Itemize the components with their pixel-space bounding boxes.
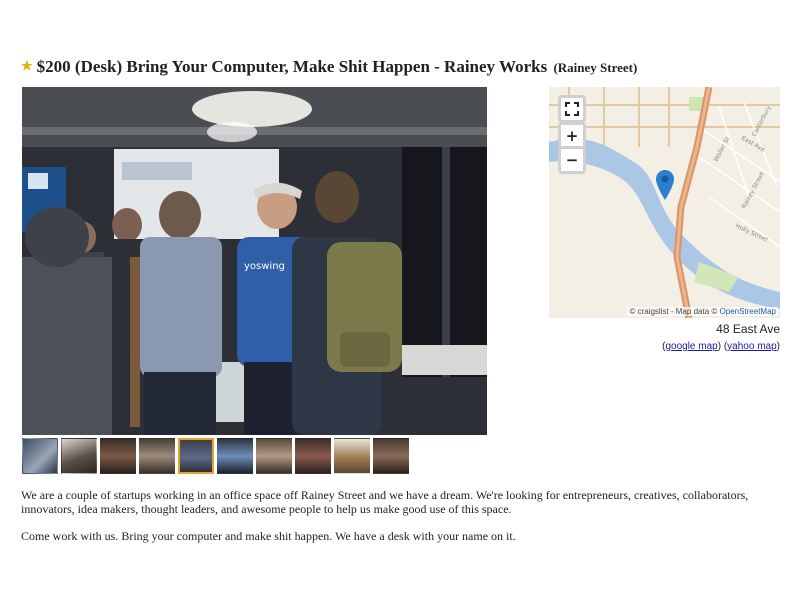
zoom-in-label: + (565, 127, 579, 145)
thumbnail[interactable] (139, 438, 175, 474)
google-map-link[interactable]: google map (665, 341, 717, 352)
svg-text:yoswing: yoswing (244, 261, 285, 272)
openstreetmap-link[interactable]: OpenStreetMap (720, 307, 776, 316)
posting-location: (Rainey Street) (553, 60, 638, 75)
office-event-photo: yoswing (22, 87, 487, 435)
yahoo-map-link[interactable]: yahoo map (727, 341, 776, 352)
map-links: (google map) (yahoo map) (662, 341, 780, 352)
thumbnail[interactable] (256, 438, 292, 474)
body-paragraph: Come work with us. Bring your computer a… (21, 529, 516, 543)
thumbnail[interactable] (100, 438, 136, 474)
thumbnail[interactable] (22, 438, 58, 474)
zoom-out-label: − (565, 151, 579, 169)
address: 48 East Ave (716, 322, 780, 336)
thumbnail[interactable] (295, 438, 331, 474)
location-pin-icon[interactable] (656, 170, 674, 200)
posting-body: We are a couple of startups working in a… (21, 488, 783, 556)
star-icon[interactable]: ★ (21, 58, 33, 73)
posting-title-row: ★ $200 (Desk) Bring Your Computer, Make S… (21, 56, 781, 78)
location-map[interactable]: Waller St Rainey Street East Ave Holly S… (549, 87, 780, 318)
posting-title: $200 (Desk) Bring Your Computer, Make Sh… (36, 57, 548, 76)
thumbnail[interactable] (334, 438, 370, 474)
body-paragraph: We are a couple of startups working in a… (21, 488, 749, 516)
main-photo[interactable]: yoswing (22, 87, 487, 435)
map-zoom-out-button[interactable]: − (558, 146, 586, 174)
map-attribution: © craigslist - Map data © OpenStreetMap (627, 307, 778, 316)
thumbnail[interactable] (373, 438, 409, 474)
thumbnail[interactable] (217, 438, 253, 474)
thumbnail-selected[interactable] (178, 438, 214, 474)
map-fullscreen-button[interactable] (558, 95, 586, 123)
fullscreen-icon (565, 102, 579, 116)
thumbnail[interactable] (61, 438, 97, 474)
